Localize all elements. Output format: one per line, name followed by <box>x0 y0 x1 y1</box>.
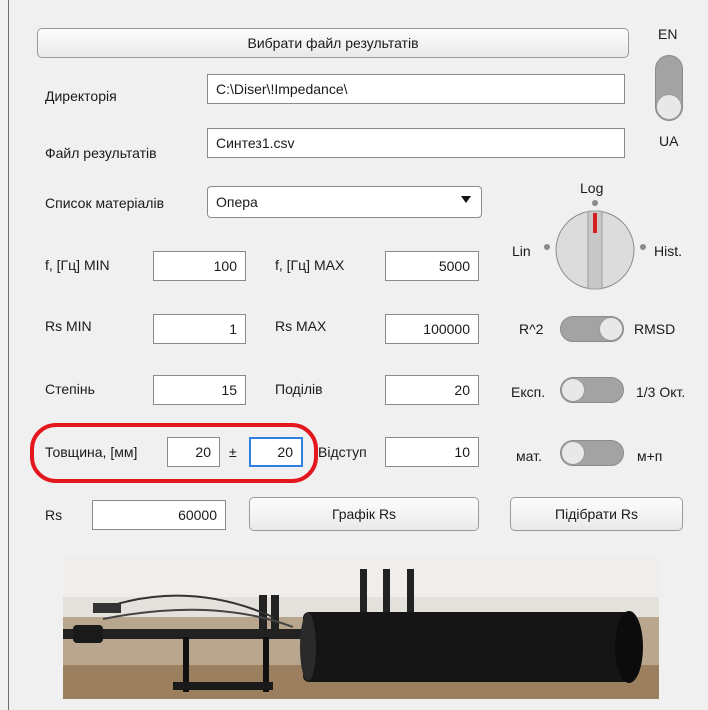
model-right-label: м+п <box>637 448 663 464</box>
thickness-tolerance-value: 20 <box>277 444 293 460</box>
language-toggle[interactable] <box>655 55 683 121</box>
thickness-field[interactable]: 20 <box>167 437 220 467</box>
band-right-label: 1/3 Окт. <box>636 384 686 400</box>
offset-label: Відступ <box>318 444 367 460</box>
freq-max-value: 5000 <box>438 258 470 274</box>
plot-rs-label: Графік Rs <box>331 506 397 522</box>
materials-selected: Опера <box>216 194 258 210</box>
fit-metric-toggle[interactable] <box>560 316 624 342</box>
rs-field[interactable]: 60000 <box>92 500 226 530</box>
knob-lin-dot <box>544 244 550 250</box>
knob-lin-label: Lin <box>512 243 531 259</box>
divisions-value: 20 <box>454 382 470 398</box>
results-file-label: Файл результатів <box>45 145 157 161</box>
language-toggle-knob <box>656 94 682 120</box>
rs-label: Rs <box>45 507 63 523</box>
offset-field[interactable]: 10 <box>385 437 479 467</box>
impedance-tube-image <box>63 557 659 699</box>
fit-rs-button[interactable]: Підібрати Rs <box>510 497 683 531</box>
directory-label: Директорія <box>45 88 117 104</box>
degree-label: Степінь <box>45 381 95 397</box>
model-toggle-knob <box>561 441 585 465</box>
knob-hist-label: Hist. <box>654 243 682 259</box>
degree-value: 15 <box>221 382 237 398</box>
model-left-label: мат. <box>516 448 542 464</box>
directory-field[interactable]: C:\Diser\!Impedance\ <box>207 74 625 104</box>
apparatus-photo <box>63 557 659 699</box>
thickness-tolerance-field[interactable]: 20 <box>249 437 303 467</box>
freq-min-field[interactable]: 100 <box>153 251 246 281</box>
materials-dropdown[interactable]: Опера <box>207 186 482 218</box>
freq-min-label: f, [Гц] MIN <box>45 257 110 273</box>
band-toggle-knob <box>561 378 585 402</box>
freq-max-label: f, [Гц] MAX <box>275 257 345 273</box>
fit-right-label: RMSD <box>634 321 676 337</box>
knob-log-label: Log <box>580 180 604 196</box>
knob-hist-dot <box>640 244 646 250</box>
plus-minus-label: ± <box>229 444 237 460</box>
knob-indicator <box>593 213 597 233</box>
band-left-label: Експ. <box>511 384 546 400</box>
chevron-down-icon <box>461 196 471 203</box>
model-toggle[interactable] <box>560 440 624 466</box>
materials-label: Список матеріалів <box>45 195 165 211</box>
knob-log-dot <box>592 200 598 206</box>
offset-value: 10 <box>454 444 470 460</box>
plot-rs-button[interactable]: Графік Rs <box>249 497 479 531</box>
divisions-label: Поділів <box>275 381 323 397</box>
rs-value: 60000 <box>178 507 217 523</box>
rs-max-field[interactable]: 100000 <box>385 314 479 344</box>
lang-en-label: EN <box>658 26 678 42</box>
degree-field[interactable]: 15 <box>153 375 246 405</box>
directory-value: C:\Diser\!Impedance\ <box>216 81 348 97</box>
rs-min-value: 1 <box>229 321 237 337</box>
divisions-field[interactable]: 20 <box>385 375 479 405</box>
freq-max-field[interactable]: 5000 <box>385 251 479 281</box>
results-file-value: Синтез1.csv <box>216 135 295 151</box>
results-file-field[interactable]: Синтез1.csv <box>207 128 625 158</box>
freq-min-value: 100 <box>213 258 237 274</box>
fit-metric-toggle-knob <box>599 317 623 341</box>
thickness-value: 20 <box>195 444 211 460</box>
thickness-label: Товщина, [мм] <box>45 444 138 460</box>
rs-max-value: 100000 <box>423 321 470 337</box>
fit-rs-label: Підібрати Rs <box>555 506 638 522</box>
window-left-border <box>8 0 9 710</box>
select-results-file-button[interactable]: Вибрати файл результатів <box>37 28 629 58</box>
select-results-file-label: Вибрати файл результатів <box>247 35 419 51</box>
rs-min-field[interactable]: 1 <box>153 314 246 344</box>
fit-left-label: R^2 <box>519 321 544 337</box>
band-toggle[interactable] <box>560 377 624 403</box>
rs-min-label: Rs MIN <box>45 318 92 334</box>
rs-max-label: Rs MAX <box>275 318 327 334</box>
lang-ua-label: UA <box>659 133 679 149</box>
scale-knob[interactable] <box>540 195 650 295</box>
